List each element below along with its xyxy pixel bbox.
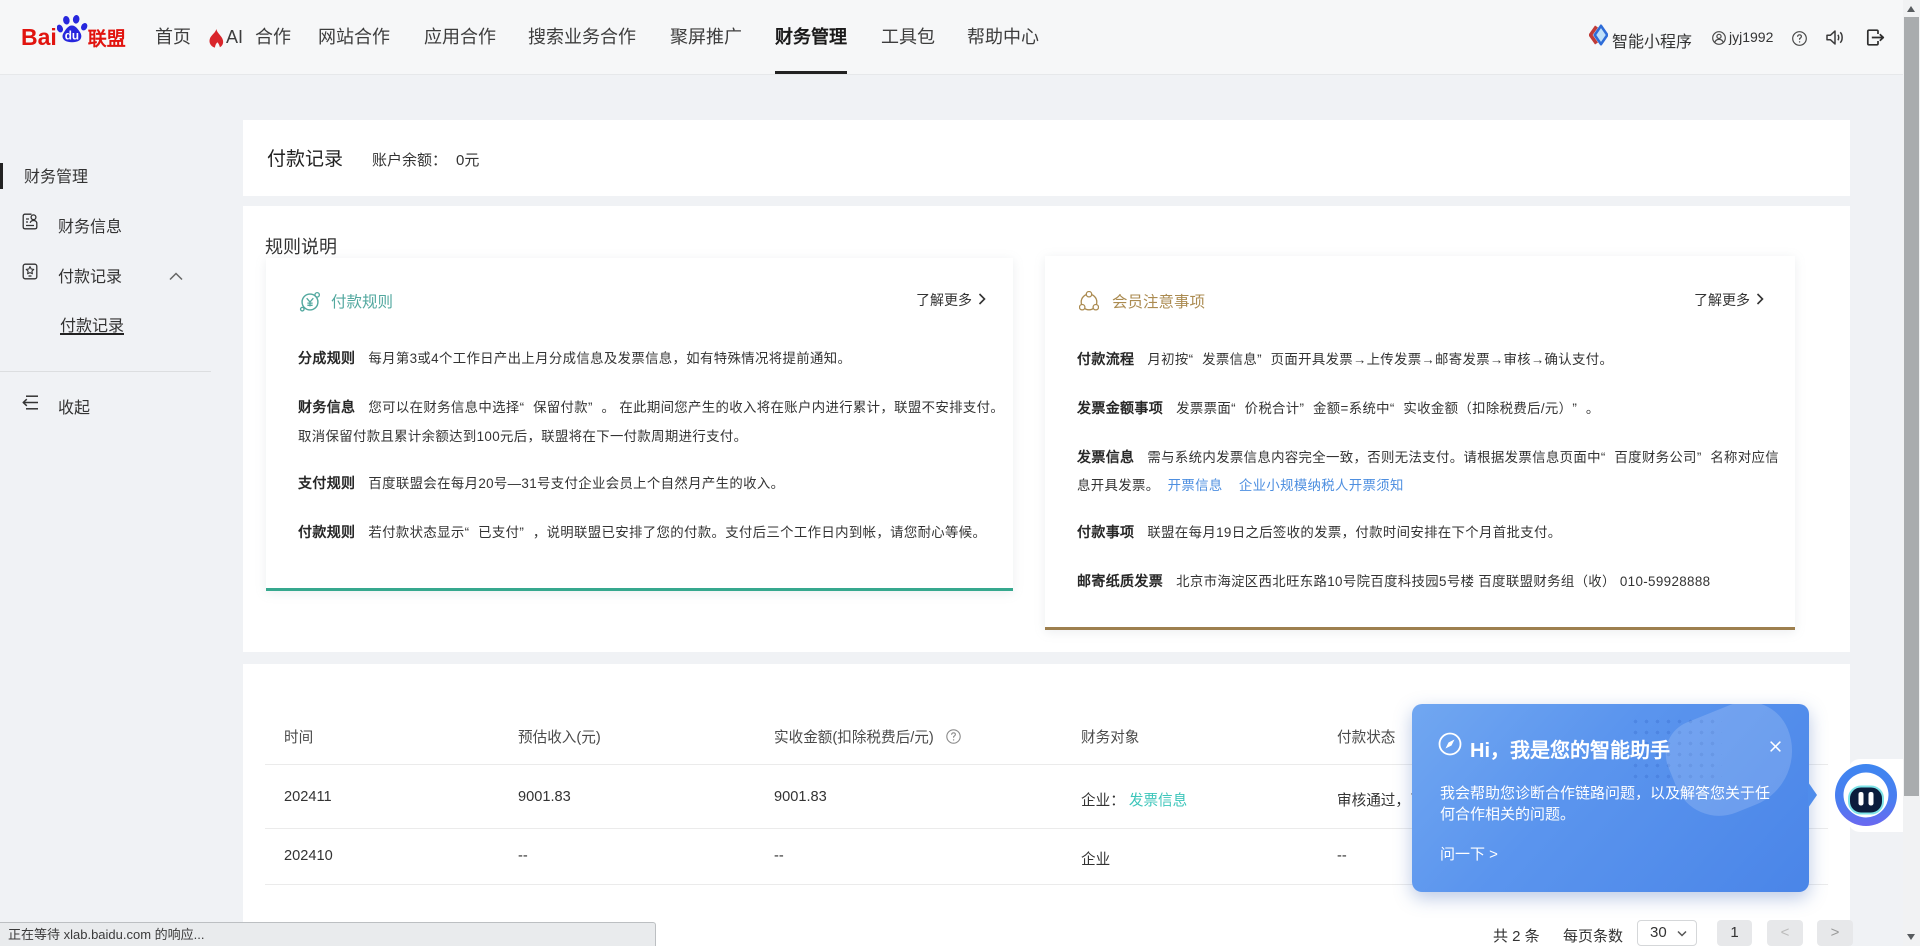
svg-text:du: du [65, 30, 79, 43]
